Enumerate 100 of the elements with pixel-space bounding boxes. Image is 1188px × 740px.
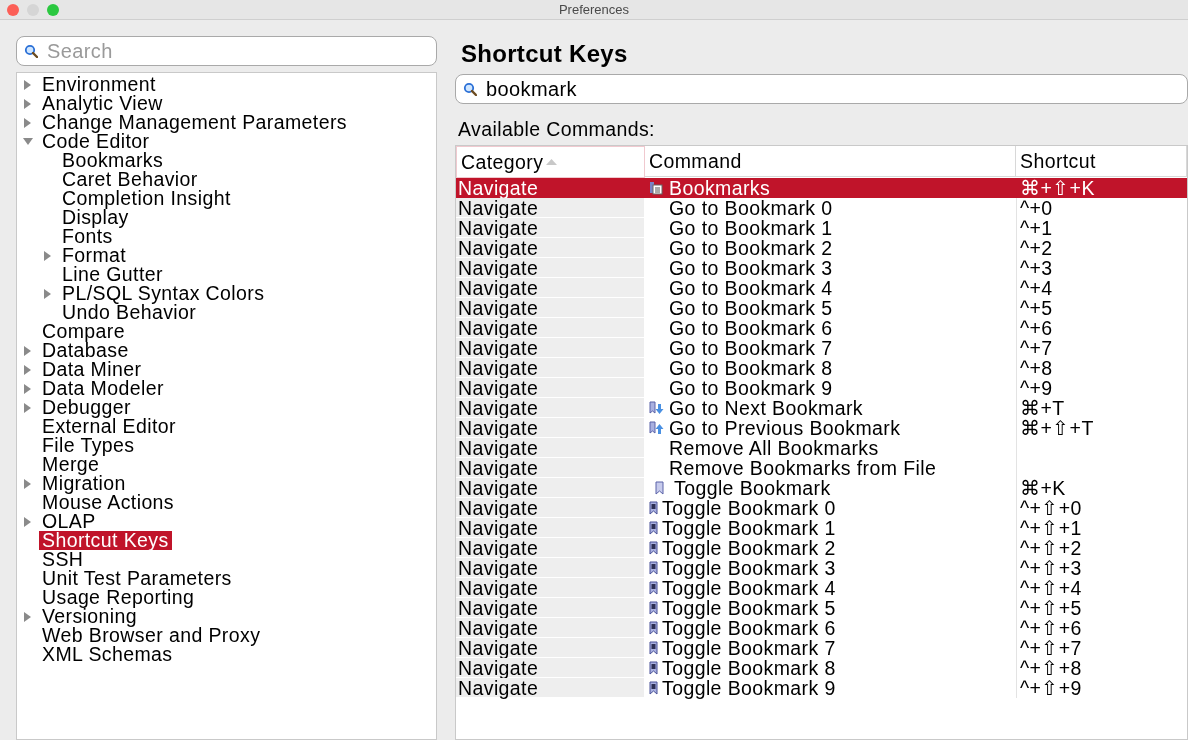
table-cell: Navigate — [458, 237, 539, 258]
table-cell: Navigate — [458, 557, 539, 578]
tree-item[interactable]: Web Browser and Proxy — [39, 626, 264, 645]
table-cell: Navigate — [458, 257, 539, 278]
table-row[interactable]: Navigate Go to Next Bookmark ⌘+T — [456, 398, 1187, 418]
table-row[interactable]: Navigate Go to Previous Bookmark ⌘+⇧+T — [456, 418, 1187, 438]
table-label: Available Commands: — [458, 118, 656, 141]
table-cell: Navigate — [458, 437, 539, 458]
column-header[interactable]: Shortcut — [1016, 146, 1187, 177]
table-cell: ^+⇧+5 — [1020, 598, 1082, 618]
tree-item[interactable]: OLAP — [39, 512, 99, 531]
table-cell: Go to Previous Bookmark — [669, 418, 901, 438]
tree-item[interactable]: File Types — [39, 436, 138, 455]
search-icon — [463, 82, 477, 96]
table-row[interactable]: Navigate Toggle Bookmark 9 ^+⇧+9 — [456, 678, 1187, 698]
table-cell: Navigate — [458, 337, 539, 358]
table-cell: Navigate — [458, 217, 539, 238]
table-cell: ^+⇧+4 — [1020, 578, 1082, 598]
table-cell: Go to Bookmark 1 — [669, 218, 833, 238]
tree-item[interactable]: Bookmarks — [59, 151, 167, 170]
table-row[interactable]: Navigate Go to Bookmark 2 ^+2 — [456, 238, 1187, 258]
tree-item[interactable]: XML Schemas — [39, 645, 176, 664]
table-cell: Navigate — [458, 637, 539, 658]
table-cell: ^+6 — [1020, 318, 1053, 338]
table-cell: Navigate — [458, 677, 539, 698]
table-cell: Navigate — [458, 537, 539, 558]
table-row[interactable]: Navigate Go to Bookmark 8 ^+8 — [456, 358, 1187, 378]
tree-item[interactable]: Environment — [39, 75, 159, 94]
table-cell: Navigate — [458, 657, 539, 678]
tree-item[interactable]: Shortcut Keys — [39, 531, 172, 550]
table-cell: Navigate — [458, 377, 539, 398]
table-row[interactable]: Navigate Go to Bookmark 7 ^+7 — [456, 338, 1187, 358]
table-row[interactable]: Navigate Go to Bookmark 0 ^+0 — [456, 198, 1187, 218]
table-cell: ^+5 — [1020, 298, 1053, 318]
table-cell: Navigate — [458, 277, 539, 298]
table-row[interactable]: Navigate Remove All Bookmarks — [456, 438, 1187, 458]
table-cell: Navigate — [458, 397, 539, 418]
table-cell: Navigate — [458, 577, 539, 598]
search-field[interactable]: Search — [16, 36, 437, 66]
table-cell: Toggle Bookmark 9 — [662, 678, 836, 698]
tree-item[interactable]: Fonts — [59, 227, 116, 246]
numbered-bookmark-icon — [649, 561, 658, 575]
table-row[interactable]: Navigate Remove Bookmarks from File — [456, 458, 1187, 478]
table-cell: ^+⇧+1 — [1020, 518, 1082, 538]
column-header[interactable]: Category — [456, 146, 645, 178]
table-cell: Go to Bookmark 9 — [669, 378, 833, 398]
table-cell: Remove All Bookmarks — [669, 438, 879, 458]
table-row[interactable]: Navigate Go to Bookmark 9 ^+9 — [456, 378, 1187, 398]
numbered-bookmark-icon — [649, 681, 658, 695]
table-cell: ^+3 — [1020, 258, 1053, 278]
table-cell: ^+0 — [1020, 198, 1053, 218]
table-cell: Go to Bookmark 0 — [669, 198, 833, 218]
filter-field[interactable]: bookmark — [455, 74, 1188, 104]
table-cell: Go to Bookmark 4 — [669, 278, 833, 298]
table-cell: ^+⇧+9 — [1020, 678, 1082, 698]
window-title: Preferences — [558, 2, 630, 17]
numbered-bookmark-icon — [649, 661, 658, 675]
table-cell: ^+1 — [1020, 218, 1053, 238]
table-cell: ^+⇧+2 — [1020, 538, 1082, 558]
table-cell: ⌘+K — [1020, 478, 1066, 498]
column-header[interactable]: Command — [645, 146, 1016, 177]
previous-bookmark-icon — [649, 421, 664, 435]
table-cell: Navigate — [458, 197, 539, 218]
table-cell: ^+9 — [1020, 378, 1053, 398]
table-cell: Navigate — [458, 357, 539, 378]
table-cell: ⌘+⇧+T — [1020, 418, 1094, 438]
table-cell: ^+4 — [1020, 278, 1053, 298]
tree-item[interactable]: Data Miner — [39, 360, 145, 379]
tree-item[interactable]: Unit Test Parameters — [39, 569, 235, 588]
table-row[interactable]: Navigate Go to Bookmark 5 ^+5 — [456, 298, 1187, 318]
table-cell: Navigate — [458, 317, 539, 338]
tree-item[interactable]: SSH — [39, 550, 87, 569]
table-cell: Navigate — [458, 497, 539, 518]
numbered-bookmark-icon — [649, 581, 658, 595]
numbered-bookmark-icon — [649, 521, 658, 535]
page-title: Shortcut Keys — [461, 40, 629, 69]
table-cell: ^+⇧+0 — [1020, 498, 1082, 518]
numbered-bookmark-icon — [649, 541, 658, 555]
tree-item[interactable]: Line Gutter — [59, 265, 166, 284]
numbered-bookmark-icon — [649, 601, 658, 615]
table-cell: ^+⇧+8 — [1020, 658, 1082, 678]
table-row[interactable]: Navigate Go to Bookmark 3 ^+3 — [456, 258, 1187, 278]
table-cell: Navigate — [458, 477, 539, 498]
table-row[interactable]: Navigate Go to Bookmark 4 ^+4 — [456, 278, 1187, 298]
tree-item[interactable]: Caret Behavior — [59, 170, 201, 189]
table-cell: Go to Next Bookmark — [669, 398, 863, 418]
table-row[interactable]: Navigate Go to Bookmark 6 ^+6 — [456, 318, 1187, 338]
tree-item[interactable]: Mouse Actions — [39, 493, 178, 512]
tree-item[interactable]: Format — [59, 246, 130, 265]
table-cell: Navigate — [458, 457, 539, 478]
table-cell: Bookmarks — [669, 178, 771, 198]
table-cell: ^+2 — [1020, 238, 1053, 258]
table-cell: ^+8 — [1020, 358, 1053, 378]
search-icon — [24, 44, 38, 58]
table-row[interactable]: Navigate Go to Bookmark 1 ^+1 — [456, 218, 1187, 238]
zoom-button[interactable] — [47, 3, 59, 16]
tree-item[interactable]: Data Modeler — [39, 379, 167, 398]
close-button[interactable] — [7, 3, 19, 16]
table-cell: Go to Bookmark 8 — [669, 358, 833, 378]
table-cell: Navigate — [458, 417, 539, 438]
